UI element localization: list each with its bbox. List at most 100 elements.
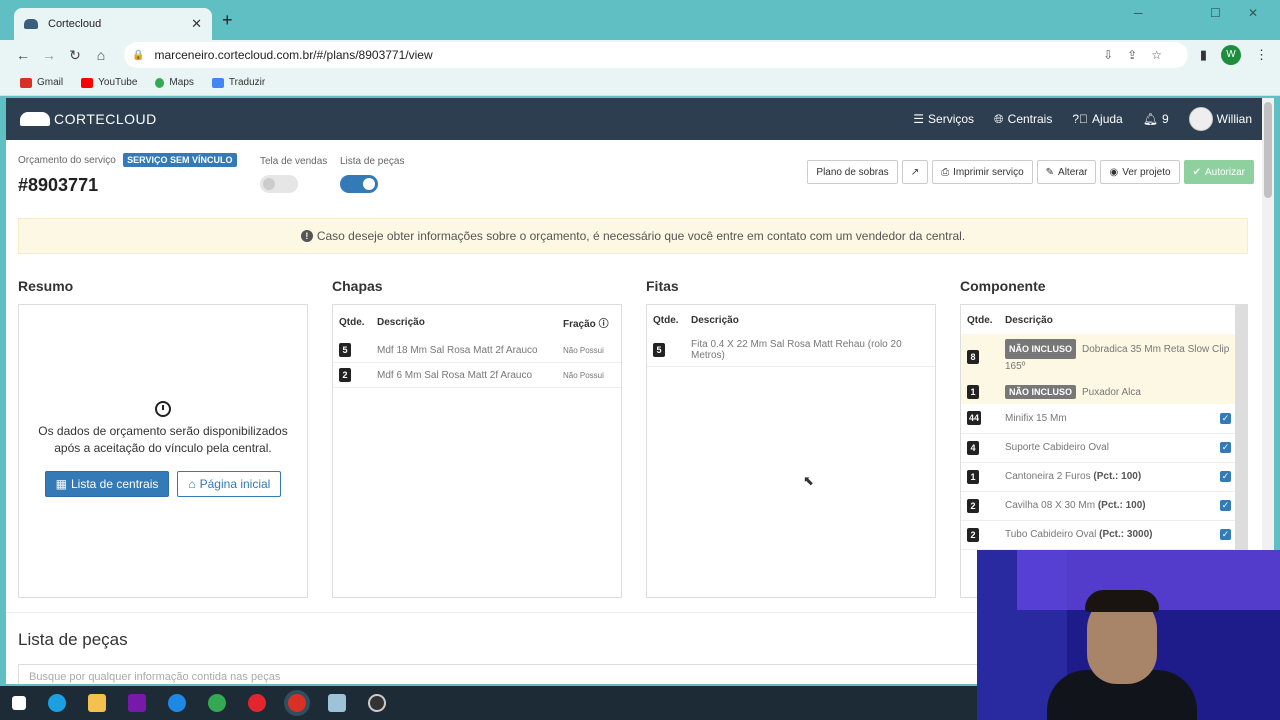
recorder-icon[interactable] [368, 694, 386, 712]
scrollbar-thumb[interactable] [1264, 102, 1272, 198]
nav-user[interactable]: Willian [1188, 107, 1252, 131]
componente-title: Componente [960, 278, 1046, 294]
sidebar-icon[interactable]: ▮ [1200, 47, 1207, 63]
list-icon: ☰ [913, 112, 925, 126]
tela-vendas-switch[interactable] [260, 175, 298, 193]
pagina-inicial-button[interactable]: ⌂ Página inicial [177, 471, 282, 497]
checkbox-checked[interactable]: ✓ [1220, 412, 1231, 424]
checkbox-checked[interactable]: ✓ [1220, 500, 1231, 511]
translate-icon [211, 77, 224, 88]
file-explorer-icon[interactable] [88, 694, 106, 712]
chrome-profile-icon[interactable] [288, 694, 306, 712]
nav-ajuda[interactable]: ?⃝ Ajuda [1072, 112, 1122, 126]
reload-icon[interactable]: ↻ [62, 47, 88, 64]
edge-icon[interactable] [48, 694, 66, 712]
col-descricao: Descrição [1005, 315, 1053, 326]
table-row: 2 Mdf 6 Mm Sal Rosa Matt 2f Arauco Não P… [333, 362, 621, 388]
pencil-icon: ✎ [1045, 166, 1055, 178]
chapa-descricao: Mdf 18 Mm Sal Rosa Matt 2f Arauco [371, 338, 557, 363]
cortecloud-logo[interactable]: CORTECLOUD [20, 111, 157, 127]
lista-pecas-switch[interactable] [340, 175, 378, 193]
order-label: Orçamento do serviço [18, 155, 116, 166]
bookmark-youtube[interactable]: YouTube [81, 77, 137, 88]
col-descricao: Descrição [691, 315, 739, 326]
youtube-icon [81, 77, 94, 88]
table-row: 2 Cavilha 08 X 30 Mm (Pct.: 100) ✓ [961, 491, 1237, 521]
qty-badge: 5 [339, 343, 351, 357]
globe-icon: 🌐︎ [994, 111, 1004, 126]
fita-descricao: Fita 0.4 X 22 Mm Sal Rosa Matt Rehau (ro… [685, 334, 935, 367]
webcam-overlay [977, 550, 1280, 720]
lista-centrais-button[interactable]: ▦ Lista de centrais [44, 471, 170, 497]
bookmark-gmail[interactable]: Gmail [20, 77, 63, 88]
checkbox-checked[interactable]: ✓ [1220, 471, 1231, 482]
external-link-button[interactable]: ↗ [901, 160, 929, 184]
qty-badge: 1 [967, 469, 979, 484]
close-tab-icon[interactable]: ✕ [191, 16, 202, 32]
order-header: Orçamento do serviço SERVIÇO SEM VÍNCULO… [18, 152, 1254, 196]
print-icon: ⎙ [941, 166, 950, 178]
table-row: 5 Mdf 18 Mm Sal Rosa Matt 2f Arauco Não … [333, 338, 621, 363]
ver-projeto-button[interactable]: ◉ Ver projeto [1100, 160, 1180, 184]
back-icon[interactable]: ← [10, 47, 36, 63]
checkbox-checked[interactable]: ✓ [1220, 529, 1231, 540]
chapa-descricao: Mdf 6 Mm Sal Rosa Matt 2f Arauco [371, 362, 557, 388]
forward-icon[interactable]: → [36, 47, 62, 63]
plano-sobras-button[interactable]: Plano de sobras [807, 160, 898, 184]
col-qtde: Qtde. [653, 315, 679, 326]
home-icon[interactable]: ⌂ [88, 47, 114, 63]
imprimir-button[interactable]: ⎙ Imprimir serviço [932, 160, 1033, 184]
bookmark-maps[interactable]: Maps [155, 77, 194, 88]
qty-badge: 2 [967, 527, 979, 542]
chapas-table: Qtde. Descrição Fração ⓘ 5 Mdf 18 Mm Sal… [333, 305, 621, 388]
minimize-icon[interactable]: ─ [1134, 6, 1143, 20]
cloud-favicon-icon [24, 19, 38, 29]
address-bar[interactable]: 🔒 marceneiro.cortecloud.com.br/#/plans/8… [124, 42, 1188, 68]
col-descricao: Descrição [377, 317, 425, 328]
bookmarks-bar: Gmail YouTube Maps Traduzir [0, 70, 1280, 96]
close-window-icon[interactable]: ✕ [1248, 6, 1258, 20]
new-tab-icon[interactable]: + [222, 10, 233, 31]
info-icon: ⓘ [598, 319, 609, 330]
lock-icon[interactable]: 🔒 [132, 50, 144, 61]
nav-servicos[interactable]: ☰ Serviços [913, 112, 974, 126]
pecas-search-input[interactable]: Busque por qualquer informação contida n… [18, 664, 978, 684]
col-fracao: Fração ⓘ [563, 319, 609, 330]
nav-notifications[interactable]: 🔔︎ 9 [1143, 112, 1169, 126]
app-icon[interactable] [328, 694, 346, 712]
profile-avatar[interactable]: W [1221, 45, 1241, 65]
browser-toolbar: ← → ↻ ⌂ 🔒 marceneiro.cortecloud.com.br/#… [0, 40, 1280, 70]
status-badge: SERVIÇO SEM VÍNCULO [123, 153, 237, 167]
windows-taskbar [0, 686, 977, 720]
browser-tab[interactable]: Cortecloud ✕ [14, 8, 212, 40]
home-icon: ⌂ [188, 476, 196, 491]
qty-badge: 8 [967, 350, 979, 364]
table-row: 4 Suporte Cabideiro Oval ✓ [961, 433, 1237, 463]
checkbox-checked[interactable]: ✓ [1220, 442, 1231, 453]
cursor-icon: ⬉ [803, 473, 814, 488]
opera-icon[interactable] [248, 694, 266, 712]
windows-start-icon[interactable] [12, 696, 26, 710]
browser-tab-bar: Cortecloud ✕ + ─ ☐ ✕ [0, 0, 1280, 40]
fitas-panel: Qtde. Descrição 5 Fita 0.4 X 22 Mm Sal R… [646, 304, 936, 598]
onenote-icon[interactable] [128, 694, 146, 712]
menu-icon[interactable]: ⋮ [1255, 47, 1268, 63]
exclamation-icon: ! [300, 230, 313, 242]
autorizar-button[interactable]: ✔ Autorizar [1183, 160, 1254, 184]
toggle-tela-vendas: Tela de vendas [260, 156, 327, 193]
top-navbar: CORTECLOUD ☰ Serviços 🌐︎ Centrais ?⃝ Ajuda … [6, 98, 1262, 140]
bookmark-traduzir[interactable]: Traduzir [211, 77, 265, 88]
chrome-icon[interactable] [208, 694, 226, 712]
qty-badge: 2 [339, 368, 351, 382]
bell-icon: 🔔︎ [1142, 112, 1158, 126]
url-text: marceneiro.cortecloud.com.br/#/plans/890… [154, 48, 433, 62]
fitas-table: Qtde. Descrição 5 Fita 0.4 X 22 Mm Sal R… [647, 305, 935, 367]
nav-centrais[interactable]: 🌐︎ Centrais [994, 112, 1052, 127]
tab-title: Cortecloud [48, 18, 102, 30]
table-row: 44 Minifix 15 Mm ✓ [961, 404, 1237, 434]
omnibox-action-icons[interactable]: ⇩⇪☆ [1103, 48, 1176, 62]
componente-descricao: Cantoneira 2 Furos [1005, 471, 1091, 482]
alterar-button[interactable]: ✎ Alterar [1036, 160, 1097, 184]
internet-explorer-icon[interactable] [168, 694, 186, 712]
maximize-icon[interactable]: ☐ [1210, 6, 1221, 20]
